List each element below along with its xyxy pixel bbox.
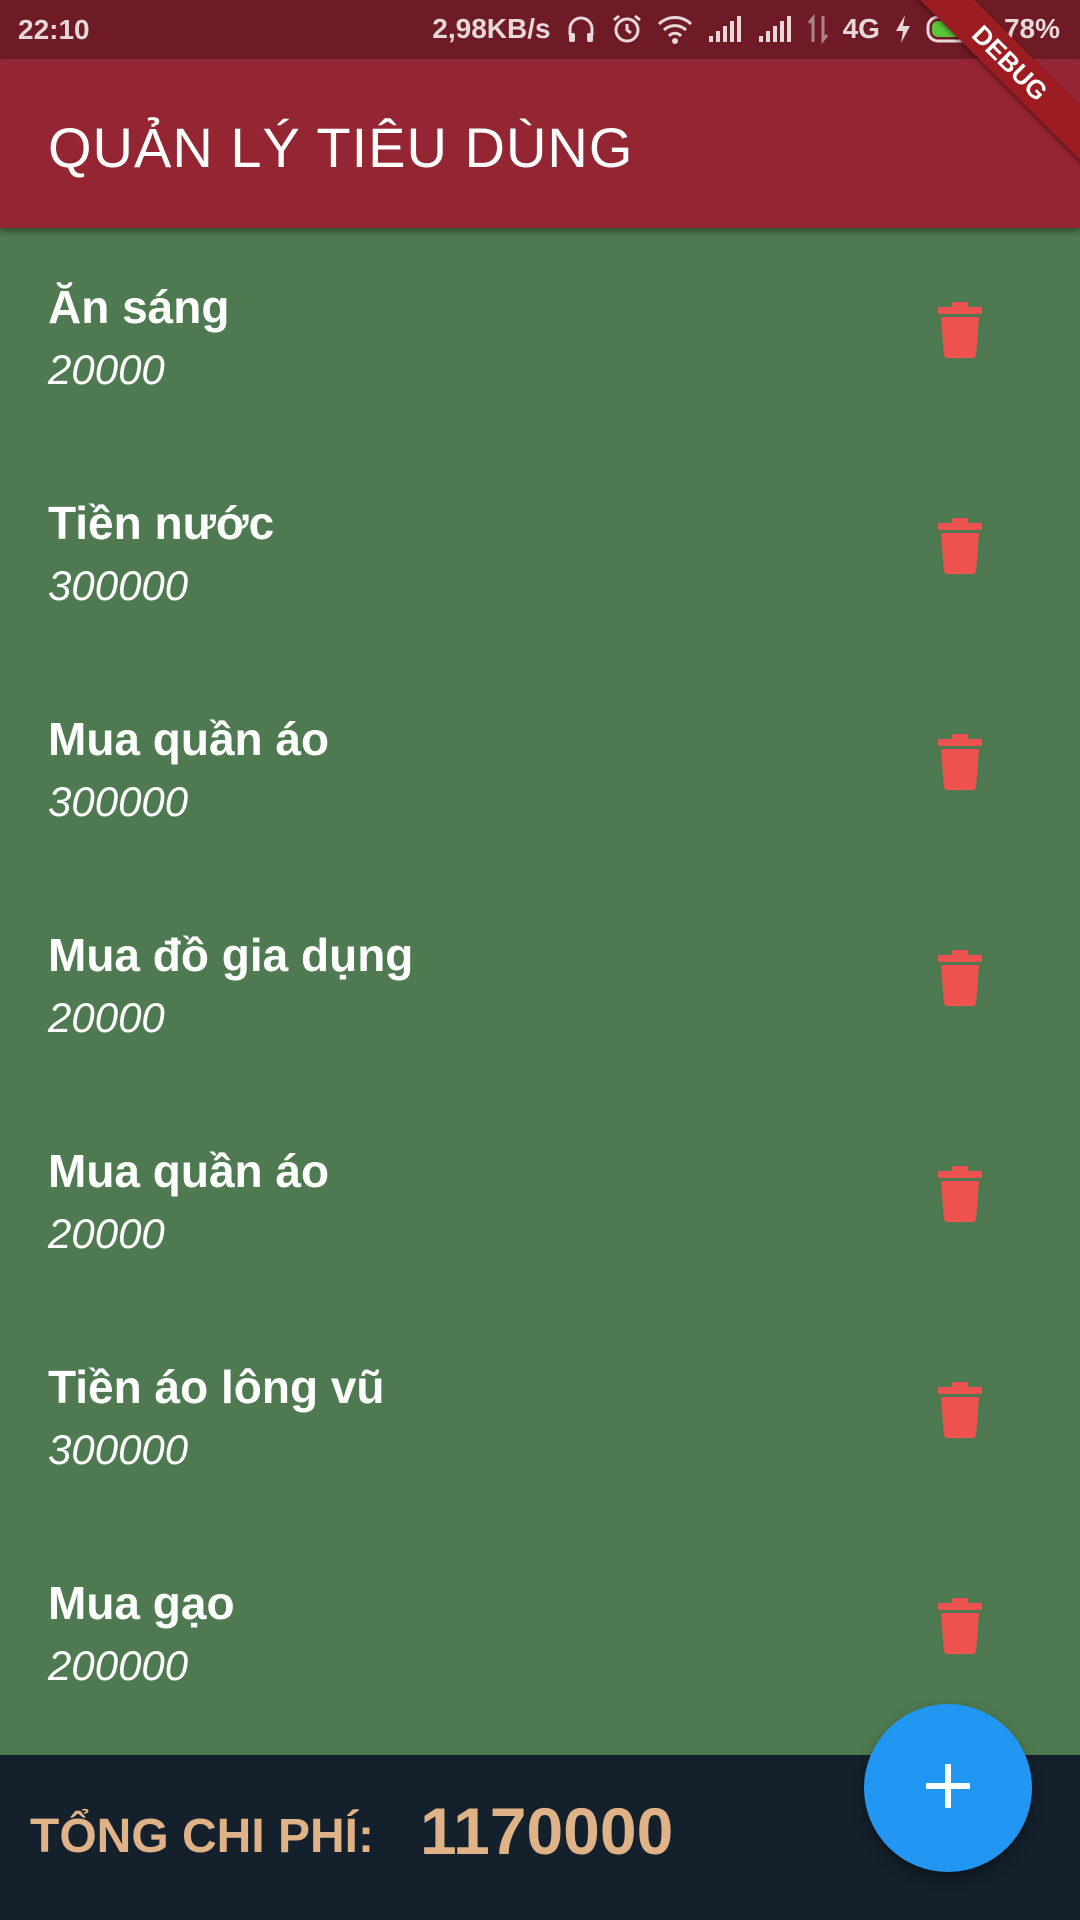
expense-name: Ăn sáng [48, 281, 230, 333]
status-time: 22:10 [18, 14, 90, 45]
list-item: Mua quần áo 300000 [0, 660, 1080, 876]
status-bar: 22:10 2,98KB/s 4G 78% [0, 0, 1080, 59]
alarm-icon [611, 13, 643, 45]
trash-icon [938, 1381, 982, 1443]
trash-icon [938, 1597, 982, 1659]
list-item: Tiền nước 300000 [0, 444, 1080, 660]
delete-button[interactable] [930, 733, 990, 795]
expense-amount: 20000 [48, 1210, 165, 1257]
network-type: 4G [842, 13, 880, 44]
trash-icon [938, 1165, 982, 1227]
list-item: Ăn sáng 20000 [0, 228, 1080, 444]
trash-icon [938, 301, 982, 363]
list-item: Mua đồ gia dụng 20000 [0, 876, 1080, 1092]
list-item: Tiền áo lông vũ 300000 [0, 1308, 1080, 1524]
delete-button[interactable] [930, 1165, 990, 1227]
expense-list: Ăn sáng 20000 Tiền nước 300000 Mua quần … [0, 228, 1080, 1755]
expense-name: Tiền nước [48, 497, 275, 549]
network-speed: 2,98KB/s [432, 13, 551, 44]
delete-button[interactable] [930, 517, 990, 579]
trash-icon [938, 733, 982, 795]
expense-amount: 20000 [48, 346, 165, 393]
list-item: Mua gạo 200000 [0, 1524, 1080, 1740]
trash-icon [938, 949, 982, 1011]
delete-button[interactable] [930, 1381, 990, 1443]
total-value: 1170000 [420, 1794, 674, 1868]
expense-amount: 200000 [48, 1642, 189, 1689]
expense-amount: 300000 [48, 1426, 189, 1473]
expense-amount: 300000 [48, 778, 189, 825]
expense-name: Mua quần áo [48, 713, 330, 765]
delete-button[interactable] [930, 949, 990, 1011]
expense-name: Tiền áo lông vũ [48, 1361, 385, 1413]
expense-name: Mua đồ gia dụng [48, 929, 414, 981]
list-item: Mua quần áo 20000 [0, 1092, 1080, 1308]
plus-icon [924, 1762, 972, 1815]
signal-icon [707, 14, 743, 44]
page-title: QUẢN LÝ TIÊU DÙNG [48, 116, 634, 179]
delete-button[interactable] [930, 301, 990, 363]
signal-icon [757, 14, 793, 44]
expense-name: Mua quần áo [48, 1145, 330, 1197]
delete-button[interactable] [930, 1597, 990, 1659]
charging-icon [894, 14, 912, 44]
headphones-icon [565, 13, 597, 45]
wifi-icon [657, 13, 693, 45]
add-expense-button[interactable] [864, 1704, 1032, 1872]
data-transfer-icon [807, 14, 829, 44]
trash-icon [938, 517, 982, 579]
total-label: TỔNG CHI PHÍ: [30, 1810, 374, 1863]
app-bar: QUẢN LÝ TIÊU DÙNG [0, 59, 1080, 228]
expense-amount: 300000 [48, 562, 189, 609]
expense-amount: 20000 [48, 994, 165, 1041]
expense-name: Mua gạo [48, 1577, 235, 1629]
